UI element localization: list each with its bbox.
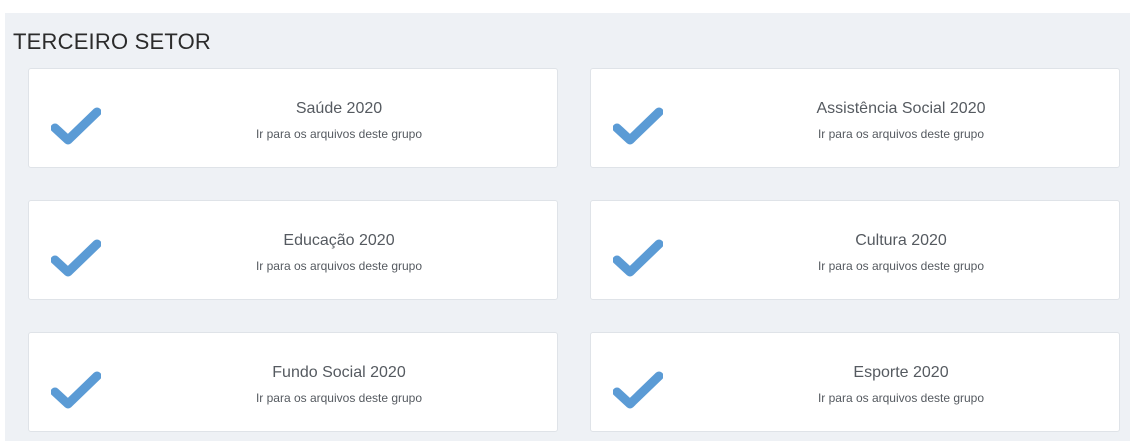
group-card-cultura[interactable]: Cultura 2020 Ir para os arquivos deste g… [590, 200, 1120, 300]
check-icon [51, 371, 101, 409]
check-icon [51, 107, 101, 145]
card-subtitle-link[interactable]: Ir para os arquivos deste grupo [791, 391, 1011, 405]
card-subtitle-link[interactable]: Ir para os arquivos deste grupo [229, 127, 449, 141]
card-text: Saúde 2020 Ir para os arquivos deste gru… [229, 99, 449, 141]
card-title[interactable]: Saúde 2020 [229, 99, 449, 119]
card-subtitle-link[interactable]: Ir para os arquivos deste grupo [791, 127, 1011, 141]
card-text: Esporte 2020 Ir para os arquivos deste g… [791, 363, 1011, 405]
group-card-saude[interactable]: Saúde 2020 Ir para os arquivos deste gru… [28, 68, 558, 168]
group-card-esporte[interactable]: Esporte 2020 Ir para os arquivos deste g… [590, 332, 1120, 432]
card-text: Fundo Social 2020 Ir para os arquivos de… [229, 363, 449, 405]
card-title[interactable]: Esporte 2020 [791, 363, 1011, 383]
group-card-assistencia-social[interactable]: Assistência Social 2020 Ir para os arqui… [590, 68, 1120, 168]
group-card-educacao[interactable]: Educação 2020 Ir para os arquivos deste … [28, 200, 558, 300]
card-subtitle-link[interactable]: Ir para os arquivos deste grupo [791, 259, 1011, 273]
card-title[interactable]: Fundo Social 2020 [229, 363, 449, 383]
check-icon [613, 107, 663, 145]
check-icon [613, 371, 663, 409]
card-text: Assistência Social 2020 Ir para os arqui… [791, 99, 1011, 141]
card-text: Cultura 2020 Ir para os arquivos deste g… [791, 231, 1011, 273]
card-title[interactable]: Cultura 2020 [791, 231, 1011, 251]
check-icon [613, 239, 663, 277]
card-title[interactable]: Educação 2020 [229, 231, 449, 251]
card-subtitle-link[interactable]: Ir para os arquivos deste grupo [229, 391, 449, 405]
card-text: Educação 2020 Ir para os arquivos deste … [229, 231, 449, 273]
group-card-fundo-social[interactable]: Fundo Social 2020 Ir para os arquivos de… [28, 332, 558, 432]
card-subtitle-link[interactable]: Ir para os arquivos deste grupo [229, 259, 449, 273]
card-title[interactable]: Assistência Social 2020 [791, 99, 1011, 119]
check-icon [51, 239, 101, 277]
terceiro-setor-panel: TERCEIRO SETOR Saúde 2020 Ir para os arq… [5, 13, 1130, 441]
section-title: TERCEIRO SETOR [13, 29, 211, 54]
